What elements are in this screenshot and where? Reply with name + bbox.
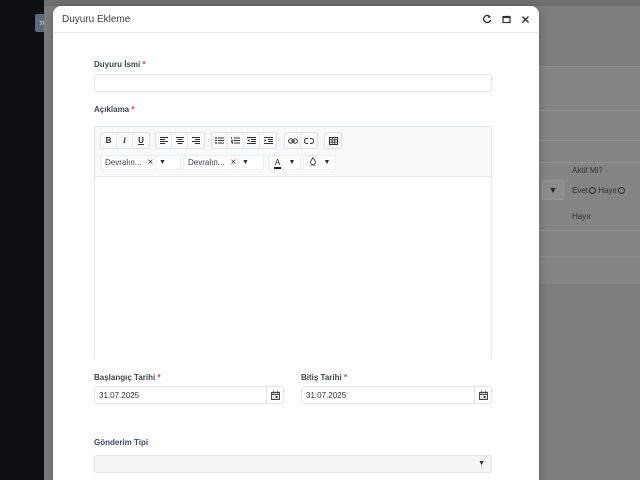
bold-glyph: B	[105, 136, 112, 145]
description-label-text: Açıklama	[94, 105, 130, 114]
filter-icon[interactable]: ▼	[542, 180, 564, 200]
start-date-value: 31.07.2025	[99, 390, 140, 400]
italic-glyph: I	[122, 136, 127, 145]
radio-no-label: Hayır	[598, 186, 618, 195]
font-size-clear-icon[interactable]: ×	[228, 157, 238, 168]
font-size-value: Devralın...	[188, 158, 225, 167]
table-icon[interactable]	[325, 133, 341, 148]
bold-button[interactable]: B	[101, 133, 117, 148]
modal-header: Duyuru Ekleme	[53, 6, 539, 33]
font-family-value: Devralın...	[105, 158, 142, 167]
font-color-icon: A	[269, 158, 286, 169]
chevron-down-icon[interactable]: ▼	[321, 159, 333, 166]
chevron-down-icon[interactable]: ▼	[238, 156, 251, 169]
end-date-value: 31.07.2025	[306, 390, 347, 400]
name-input[interactable]	[94, 74, 492, 92]
required-mark: *	[142, 60, 146, 69]
end-date-label: Bitiş Tarihi *	[301, 373, 347, 382]
font-color-glyph: A	[273, 158, 282, 169]
unlink-icon[interactable]	[301, 133, 317, 148]
font-family-clear-icon[interactable]: ×	[145, 157, 155, 168]
background-divider	[538, 110, 640, 111]
close-icon[interactable]	[520, 14, 530, 24]
background-color-picker[interactable]: ▼	[303, 155, 336, 170]
refresh-icon[interactable]	[482, 14, 492, 24]
editor-content-area[interactable]	[95, 177, 491, 359]
maximize-icon[interactable]	[501, 14, 511, 24]
name-label: Duyuru İsmi *	[94, 60, 146, 69]
end-date-label-text: Bitiş Tarihi	[301, 373, 342, 382]
background-divider	[538, 140, 640, 141]
list-group	[211, 132, 277, 149]
required-mark: *	[157, 373, 161, 382]
background-row-value: Hayır	[572, 212, 592, 221]
background-column-header: Aktif Mi?	[572, 166, 603, 175]
background-grid	[538, 66, 640, 284]
align-group	[155, 132, 205, 149]
background-divider	[538, 230, 640, 231]
paint-bucket-icon	[304, 156, 321, 168]
calendar-icon[interactable]	[266, 387, 283, 403]
background-sidebar	[0, 0, 44, 480]
italic-button[interactable]: I	[117, 133, 133, 148]
indent-icon[interactable]	[260, 133, 276, 148]
align-left-icon[interactable]	[156, 133, 172, 148]
announcement-modal: Duyuru Ekleme Duyuru İsmi * Açıklama * B…	[53, 6, 539, 480]
background-radio-group: Evet Hayır	[572, 186, 626, 195]
link-icon[interactable]	[285, 133, 301, 148]
send-type-label: Gönderim Tipi	[94, 438, 149, 447]
required-mark: *	[131, 105, 135, 114]
description-label: Açıklama *	[94, 105, 135, 114]
font-color-picker[interactable]: A ▼	[268, 155, 301, 170]
numbered-list-icon[interactable]	[228, 133, 244, 148]
start-date-label: Başlangıç Tarihi *	[94, 373, 161, 382]
font-family-select[interactable]: Devralın... × ▼	[100, 155, 181, 170]
align-right-icon[interactable]	[188, 133, 204, 148]
radio-yes[interactable]	[589, 187, 597, 194]
background-divider	[538, 162, 640, 163]
outdent-icon[interactable]	[244, 133, 260, 148]
start-date-input[interactable]: 31.07.2025	[94, 386, 284, 404]
background-divider	[538, 256, 640, 257]
chevron-down-icon[interactable]: ▼	[478, 460, 485, 467]
align-center-icon[interactable]	[172, 133, 188, 148]
underline-button[interactable]: U	[133, 133, 149, 148]
chevron-down-icon[interactable]: ▼	[155, 156, 168, 169]
modal-title: Duyuru Ekleme	[62, 13, 131, 25]
link-group	[284, 132, 318, 149]
radio-yes-label: Evet	[572, 186, 589, 195]
start-date-label-text: Başlangıç Tarihi	[94, 373, 156, 382]
chevron-down-icon[interactable]: ▼	[286, 159, 298, 166]
end-date-input[interactable]: 31.07.2025	[301, 386, 492, 404]
radio-no[interactable]	[618, 187, 626, 194]
required-mark: *	[343, 373, 348, 382]
underline-glyph: U	[138, 136, 144, 145]
table-group	[324, 132, 342, 149]
format-group: B I U	[100, 132, 150, 149]
editor-toolbar: B I U Devralın... × ▼ Devralın... × ▼ A …	[95, 127, 491, 177]
bullet-list-icon[interactable]	[212, 133, 228, 148]
name-label-text: Duyuru İsmi	[94, 60, 141, 69]
font-size-select[interactable]: Devralın... × ▼	[183, 155, 264, 170]
send-type-select[interactable]: ▼	[94, 455, 492, 473]
rich-text-editor: B I U Devralın... × ▼ Devralın... × ▼ A …	[94, 126, 492, 359]
calendar-icon[interactable]	[474, 387, 491, 403]
